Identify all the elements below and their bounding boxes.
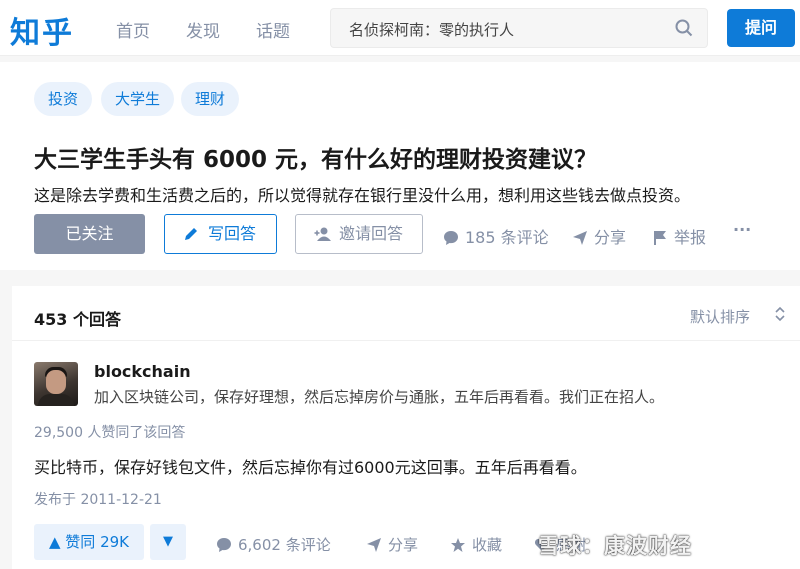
vote-count-text: 29,500 人赞同了该回答: [34, 425, 186, 441]
invite-answer-button[interactable]: 邀请回答: [295, 214, 423, 254]
question-card: 投资 大学生 理财 大三学生手头有 6000 元，有什么好的理财投资建议？ 这是…: [0, 62, 800, 270]
ask-button[interactable]: 提问: [727, 9, 795, 47]
answers-card: 453 个回答 默认排序 blockchain 加入区块链公司，保存好理想，然后…: [12, 286, 800, 569]
downvote-button[interactable]: ▼: [150, 524, 186, 560]
question-description: 这是除去学费和生活费之后的，所以觉得就存在银行里没什么用，想利用这些钱去做点投资…: [34, 186, 691, 205]
add-user-icon: [314, 227, 331, 241]
divider: [12, 340, 800, 341]
topic-tag[interactable]: 大学生: [101, 82, 175, 116]
flag-icon: [654, 231, 666, 245]
sort-dropdown[interactable]: 默认排序: [690, 306, 750, 327]
answer-comments-button[interactable]: 6,602 条评论: [216, 534, 331, 555]
share-label: 分享: [594, 228, 627, 247]
nav-topics[interactable]: 话题: [256, 17, 290, 42]
publish-date[interactable]: 发布于 2011-12-21: [34, 489, 162, 509]
answer-comments-label: 6,602 条评论: [238, 536, 331, 554]
search-icon[interactable]: [675, 19, 693, 37]
pencil-icon: [185, 228, 197, 240]
write-answer-button[interactable]: 写回答: [164, 214, 277, 254]
author-headline: 加入区块链公司，保存好理想，然后忘掉房价与通胀，五年后再看看。我们正在招人。: [94, 388, 665, 406]
follow-button[interactable]: 已关注: [34, 214, 145, 254]
question-title: 大三学生手头有 6000 元，有什么好的理财投资建议？: [34, 147, 598, 173]
comment-icon: [444, 231, 458, 245]
answer-content: 买比特币，保存好钱包文件，然后忘掉你有过6000元这回事。五年后再看看。: [34, 458, 587, 477]
share-icon: [367, 538, 381, 552]
avatar[interactable]: [34, 362, 78, 406]
search-value: 名侦探柯南：零的执行人: [349, 21, 515, 39]
comment-icon: [217, 538, 231, 552]
comments-label: 185 条评论: [465, 228, 549, 247]
answer-share-label: 分享: [388, 536, 419, 554]
topic-tag[interactable]: 投资: [34, 82, 93, 116]
watermark: 雪球：康波财经: [538, 534, 692, 558]
report-label: 举报: [674, 228, 707, 247]
collect-button[interactable]: 收藏: [450, 534, 502, 555]
topic-tag[interactable]: 理财: [181, 82, 240, 116]
answer-count: 453 个回答: [34, 310, 121, 329]
upvote-button[interactable]: ▲ 赞同 29K: [34, 524, 144, 560]
share-icon: [573, 231, 587, 245]
share-button[interactable]: 分享: [572, 224, 626, 248]
nav-explore[interactable]: 发现: [186, 17, 220, 42]
zhihu-logo[interactable]: 知乎: [10, 8, 74, 52]
nav-home[interactable]: 首页: [116, 17, 150, 42]
write-answer-label: 写回答: [208, 224, 257, 243]
comments-button[interactable]: 185 条评论: [443, 224, 549, 248]
more-button[interactable]: ···: [733, 220, 751, 239]
report-button[interactable]: 举报: [652, 224, 706, 248]
star-icon: [451, 538, 465, 552]
author-name[interactable]: blockchain: [94, 362, 191, 381]
answer-share-button[interactable]: 分享: [366, 534, 418, 555]
sort-icon[interactable]: [774, 306, 786, 322]
collect-label: 收藏: [472, 536, 503, 554]
invite-answer-label: 邀请回答: [339, 224, 404, 243]
top-bar: 知乎 首页 发现 话题 名侦探柯南：零的执行人 提问: [0, 0, 800, 56]
search-input[interactable]: 名侦探柯南：零的执行人: [330, 8, 708, 48]
